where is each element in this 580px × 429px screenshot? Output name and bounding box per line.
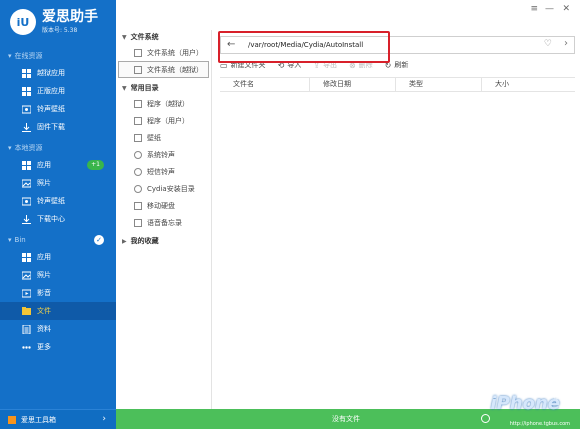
app-folder-icon (134, 116, 142, 125)
column-header-size[interactable]: 大小 (482, 78, 575, 91)
tree-item-common[interactable]: 程序（用户） (116, 112, 211, 129)
watermark: iPhone 中文网 http://iphone.tgbus.com (490, 391, 574, 427)
chevron-down-icon: ▾ (8, 52, 12, 60)
wallpaper-icon (134, 133, 142, 142)
data-icon (22, 324, 31, 334)
tree-item-common[interactable]: 短信铃声 (116, 163, 211, 180)
minimize-icon[interactable]: — (545, 4, 554, 14)
more-icon (22, 343, 31, 352)
sidebar-item-jailbreak-apps[interactable]: 越狱应用 (0, 64, 116, 82)
app-folder-icon (134, 99, 142, 108)
column-header-name[interactable]: 文件名 (220, 78, 310, 91)
folder-icon (134, 48, 142, 57)
sidebar-item-download-center[interactable]: 下载中心 (0, 210, 116, 228)
photo-icon (21, 271, 32, 280)
check-icon: ✓ (94, 235, 104, 245)
sidebar-item-device-photos[interactable]: 照片 (0, 266, 116, 284)
app-logo: iU 爱思助手 版本号: 5.38 (0, 0, 116, 44)
tree-item-common[interactable]: 语音备忘录 (116, 214, 211, 231)
sidebar-item-firmware[interactable]: 固件下载 (0, 118, 116, 136)
file-icon (22, 306, 31, 316)
apps-icon (22, 252, 31, 262)
status-message: 没有文件 (332, 415, 360, 423)
ringtone-icon (21, 197, 32, 206)
apps-icon (22, 86, 31, 96)
app-name: 爱思助手 (42, 9, 98, 25)
tree-head-favorites[interactable]: ▶ 我的收藏 (116, 234, 211, 248)
chevron-down-icon: ▼ (122, 84, 127, 92)
section-device[interactable]: ▾ Bin ✓ (0, 232, 116, 248)
table-header: 文件名 修改日期 类型 大小 (220, 77, 575, 92)
bell-icon (134, 150, 142, 159)
sidebar-item-device-more[interactable]: 更多 (0, 338, 116, 356)
sidebar-item-device-video[interactable]: 影音 (0, 284, 116, 302)
sidebar-item-device-files[interactable]: 文件 (0, 302, 116, 320)
chevron-right-icon: › (102, 414, 106, 424)
photo-icon (21, 179, 32, 188)
column-header-type[interactable]: 类型 (396, 78, 482, 91)
apps-icon (22, 68, 31, 78)
sidebar-item-ringtones-online[interactable]: 铃声壁纸 (0, 100, 116, 118)
chevron-right-icon: ▶ (122, 237, 127, 245)
tree-head-common[interactable]: ▼ 常用目录 (116, 81, 211, 95)
address-highlight-box (218, 31, 390, 63)
sidebar-item-local-apps[interactable]: 应用 +1 (0, 156, 116, 174)
directory-tree: ▼ 文件系统 文件系统（用户） 文件系统（越狱） ▼ 常用目录 程序（越狱） 程序（… (116, 30, 212, 409)
ringtone-icon (21, 105, 32, 114)
tree-item-fs-jailbreak[interactable]: 文件系统（越狱） (118, 61, 209, 78)
sidebar-item-local-ringtones[interactable]: 铃声壁纸 (0, 192, 116, 210)
bell-icon (134, 167, 142, 176)
sidebar-item-official-apps[interactable]: 正版应用 (0, 82, 116, 100)
sidebar-item-device-apps[interactable]: 应用 (0, 248, 116, 266)
menu-icon[interactable]: ≡ (530, 4, 538, 14)
download-icon (22, 122, 31, 132)
section-local[interactable]: ▾ 本地资源 (0, 140, 116, 156)
favorite-heart-icon[interactable]: ♡ (544, 39, 552, 49)
video-icon (21, 289, 32, 298)
chevron-down-icon: ▼ (122, 33, 127, 41)
watermark-brand: iPhone (490, 393, 560, 414)
download-icon (22, 214, 31, 224)
forward-chevron-icon[interactable]: › (564, 38, 568, 49)
app-version: 版本号: 5.38 (42, 27, 78, 34)
chevron-down-icon: ▾ (8, 236, 12, 244)
watermark-url: http://iphone.tgbus.com (509, 421, 570, 427)
sidebar-item-local-photos[interactable]: 照片 (0, 174, 116, 192)
tree-item-fs-user[interactable]: 文件系统（用户） (116, 44, 211, 61)
tree-item-common[interactable]: 壁纸 (116, 129, 211, 146)
cydia-icon (134, 184, 142, 193)
sidebar: iU 爱思助手 版本号: 5.38 ▾ 在线资源 越狱应用 正版应用 铃声壁纸 固… (0, 0, 116, 429)
logo-icon: iU (10, 9, 36, 35)
section-online[interactable]: ▾ 在线资源 (0, 48, 116, 64)
watermark-suffix: 中文网 (553, 395, 572, 402)
status-ring-icon (481, 414, 490, 423)
close-icon[interactable]: ✕ (562, 4, 570, 14)
folder-icon (134, 65, 142, 74)
apps-icon (22, 160, 31, 170)
tree-item-common[interactable]: 移动硬盘 (116, 197, 211, 214)
title-bar: ≡ — ✕ (116, 0, 580, 20)
tree-head-filesystem[interactable]: ▼ 文件系统 (116, 30, 211, 44)
count-badge: +1 (87, 160, 104, 170)
chevron-down-icon: ▾ (8, 144, 12, 152)
toolbox-icon (8, 415, 16, 424)
tree-item-common[interactable]: 程序（越狱） (116, 95, 211, 112)
column-header-date[interactable]: 修改日期 (310, 78, 396, 91)
disk-icon (134, 201, 142, 210)
tree-item-common[interactable]: 系统铃声 (116, 146, 211, 163)
tree-item-common[interactable]: Cydia安装目录 (116, 180, 211, 197)
sidebar-item-device-data[interactable]: 资料 (0, 320, 116, 338)
voice-memo-icon (134, 218, 142, 227)
toolbox-button[interactable]: 爱思工具箱 › (0, 409, 116, 429)
